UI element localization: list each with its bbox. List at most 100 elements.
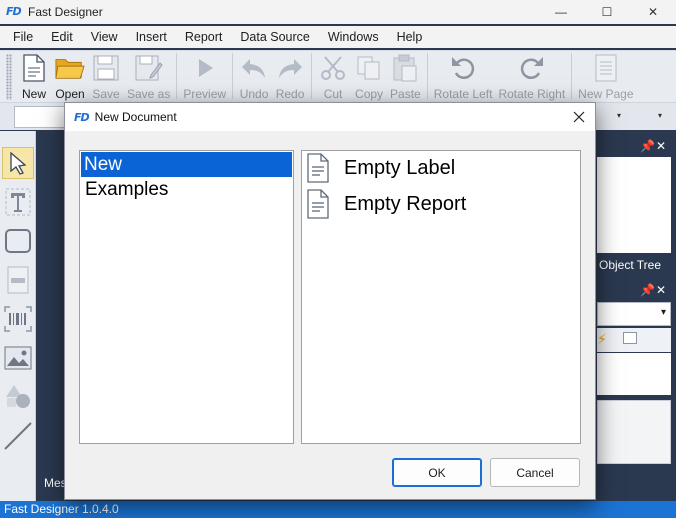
rotate-left-icon <box>448 53 478 83</box>
cancel-button[interactable]: Cancel <box>490 458 580 487</box>
menu-help[interactable]: Help <box>388 30 432 44</box>
rotate-right-icon <box>517 53 547 83</box>
undo-button[interactable]: Undo <box>236 51 272 101</box>
image-tool[interactable] <box>2 342 34 374</box>
new-document-dialog: FD New Document New Examples Empty Label… <box>64 102 596 500</box>
status-bar: Fast Designer 1.0.4.0 <box>0 501 676 518</box>
chevron-down-icon[interactable]: ▾ <box>617 111 627 123</box>
menu-report[interactable]: Report <box>176 30 232 44</box>
shapes-icon <box>6 385 30 408</box>
app-title: Fast Designer <box>28 5 103 19</box>
paste-icon <box>390 53 420 83</box>
band-tool[interactable] <box>2 264 34 296</box>
play-icon <box>190 53 220 83</box>
pointer-tool[interactable] <box>2 147 34 179</box>
minimize-button[interactable]: — <box>538 0 584 24</box>
window-controls: — ☐ ✕ <box>538 0 676 24</box>
document-icon <box>307 189 329 219</box>
data-panel-header: 📌 ✕ <box>595 282 676 300</box>
close-icon <box>573 111 585 123</box>
folder-open-icon <box>55 53 85 83</box>
main-toolbar: New Open Save Save as Preview Undo Redo … <box>0 50 676 102</box>
category-new[interactable]: New <box>81 152 292 177</box>
shape-tool[interactable] <box>2 225 34 257</box>
table-icon[interactable] <box>623 332 637 344</box>
lightning-icon[interactable]: ⚡ <box>597 331 607 348</box>
maximize-button[interactable]: ☐ <box>584 0 630 24</box>
close-panel-icon[interactable]: ✕ <box>656 139 666 153</box>
rotate-left-button[interactable]: Rotate Left <box>431 51 496 101</box>
toolbar-separator <box>571 53 573 99</box>
open-label: Open <box>55 87 85 101</box>
menu-file[interactable]: File <box>4 30 42 44</box>
data-source-select[interactable]: ▾ <box>597 302 671 326</box>
barcode-tool[interactable] <box>2 303 34 335</box>
category-examples[interactable]: Examples <box>81 177 292 202</box>
save-as-button[interactable]: Save as <box>124 51 173 101</box>
new-label: New <box>21 87 46 101</box>
toolbar-separator <box>176 53 178 99</box>
save-as-label: Save as <box>127 87 171 101</box>
save-as-icon <box>134 53 164 83</box>
template-label: Empty Label <box>344 156 456 179</box>
pointer-icon <box>10 151 27 175</box>
open-button[interactable]: Open <box>52 51 88 101</box>
save-button[interactable]: Save <box>88 51 124 101</box>
category-list: New Examples <box>79 150 294 444</box>
save-label: Save <box>92 87 120 101</box>
toolbar-grip[interactable] <box>6 54 12 100</box>
chevron-down-icon[interactable]: ▾ <box>658 111 668 123</box>
toolbar-separator <box>232 53 234 99</box>
shapes-tool[interactable] <box>2 381 34 413</box>
text-icon <box>5 188 31 216</box>
close-panel-icon[interactable]: ✕ <box>656 283 666 297</box>
template-empty-label[interactable]: Empty Label <box>306 153 455 183</box>
document-icon <box>307 153 329 183</box>
pin-icon[interactable]: 📌 <box>640 139 655 153</box>
paste-button[interactable]: Paste <box>387 51 424 101</box>
pin-icon[interactable]: 📌 <box>640 283 655 297</box>
menu-edit[interactable]: Edit <box>42 30 82 44</box>
barcode-icon <box>4 306 32 332</box>
new-page-button[interactable]: New Page <box>575 51 636 101</box>
redo-icon <box>275 53 305 83</box>
menu-insert[interactable]: Insert <box>127 30 176 44</box>
toolbar-separator <box>311 53 313 99</box>
undo-label: Undo <box>239 87 269 101</box>
object-tree-tab[interactable]: Object Tree <box>599 258 661 272</box>
menu-bar: File Edit View Insert Report Data Source… <box>0 26 676 48</box>
scissors-icon <box>318 53 348 83</box>
close-window-button[interactable]: ✕ <box>630 0 676 24</box>
close-icon: ✕ <box>647 5 659 19</box>
copy-button[interactable]: Copy <box>351 51 387 101</box>
redo-button[interactable]: Redo <box>272 51 308 101</box>
dialog-titlebar: FD New Document <box>65 103 595 131</box>
save-icon <box>91 53 121 83</box>
ok-button[interactable]: OK <box>392 458 482 487</box>
copy-label: Copy <box>355 87 384 101</box>
dialog-close-button[interactable] <box>567 105 591 129</box>
rotate-right-button[interactable]: Rotate Right <box>495 51 568 101</box>
image-icon <box>4 346 32 370</box>
preview-button[interactable]: Preview <box>180 51 229 101</box>
rotate-right-label: Rotate Right <box>498 87 566 101</box>
menu-view[interactable]: View <box>82 30 127 44</box>
template-label: Empty Report <box>344 192 467 215</box>
undo-icon <box>239 53 269 83</box>
text-tool[interactable] <box>2 186 34 218</box>
data-tree <box>597 353 671 395</box>
template-empty-report[interactable]: Empty Report <box>306 189 466 219</box>
new-page-icon <box>591 53 621 83</box>
menu-data-source[interactable]: Data Source <box>231 30 318 44</box>
band-icon <box>7 266 29 294</box>
dialog-logo: FD <box>74 110 90 124</box>
line-tool[interactable] <box>2 420 34 452</box>
line-icon <box>4 422 32 450</box>
maximize-icon: ☐ <box>601 5 613 19</box>
redo-label: Redo <box>275 87 305 101</box>
new-button[interactable]: New <box>16 51 52 101</box>
cut-button[interactable]: Cut <box>315 51 351 101</box>
copy-icon <box>354 53 384 83</box>
app-logo: FD <box>6 5 22 18</box>
menu-windows[interactable]: Windows <box>319 30 388 44</box>
